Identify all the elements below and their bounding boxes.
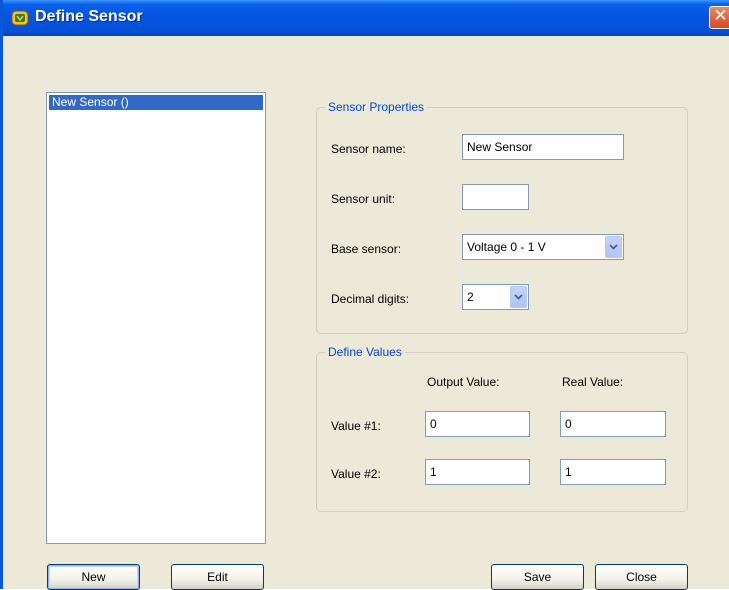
sensor-name-field[interactable]: New Sensor [462, 134, 624, 160]
define-values-group: Define Values Output Value: Real Value: … [316, 345, 688, 512]
close-icon[interactable]: ✕ [709, 6, 729, 29]
output-value-header: Output Value: [427, 375, 500, 389]
define-values-legend: Define Values [325, 345, 405, 359]
base-sensor-value: Voltage 0 - 1 V [467, 240, 546, 254]
sensor-list[interactable]: New Sensor () [46, 92, 266, 544]
value-1-label: Value #1: [331, 419, 381, 433]
base-sensor-select[interactable]: Voltage 0 - 1 V [462, 234, 624, 260]
value-1-real-field[interactable]: 0 [560, 411, 666, 437]
window-title: Define Sensor [35, 8, 143, 25]
value-1-output-field[interactable]: 0 [425, 411, 530, 437]
define-sensor-window: Define Sensor ✕ New Sensor () New Edit S… [0, 0, 729, 590]
sensor-list-item[interactable]: New Sensor () [49, 95, 263, 110]
sensor-unit-label: Sensor unit: [331, 192, 396, 206]
value-2-output-field[interactable]: 1 [425, 459, 530, 485]
sensor-name-label: Sensor name: [331, 142, 406, 156]
sensor-unit-field[interactable] [462, 184, 529, 210]
chevron-down-icon[interactable] [510, 286, 527, 308]
app-icon [11, 9, 29, 27]
decimal-digits-value: 2 [467, 290, 474, 304]
title-bar[interactable]: Define Sensor ✕ [3, 0, 729, 36]
edit-button[interactable]: Edit [171, 564, 264, 590]
real-value-header: Real Value: [562, 375, 624, 389]
base-sensor-label: Base sensor: [331, 242, 402, 256]
sensor-properties-group: Sensor Properties Sensor name: New Senso… [316, 100, 688, 334]
new-button[interactable]: New [47, 564, 140, 590]
value-2-real-field[interactable]: 1 [560, 459, 666, 485]
decimal-digits-select[interactable]: 2 [462, 284, 529, 310]
save-button[interactable]: Save [491, 564, 584, 590]
dialog-client-area: New Sensor () New Edit Save Close Sensor… [3, 36, 729, 590]
decimal-digits-label: Decimal digits: [331, 292, 410, 306]
chevron-down-icon[interactable] [605, 236, 622, 258]
value-2-label: Value #2: [331, 467, 381, 481]
sensor-properties-legend: Sensor Properties [325, 100, 428, 114]
close-button[interactable]: Close [595, 564, 688, 590]
